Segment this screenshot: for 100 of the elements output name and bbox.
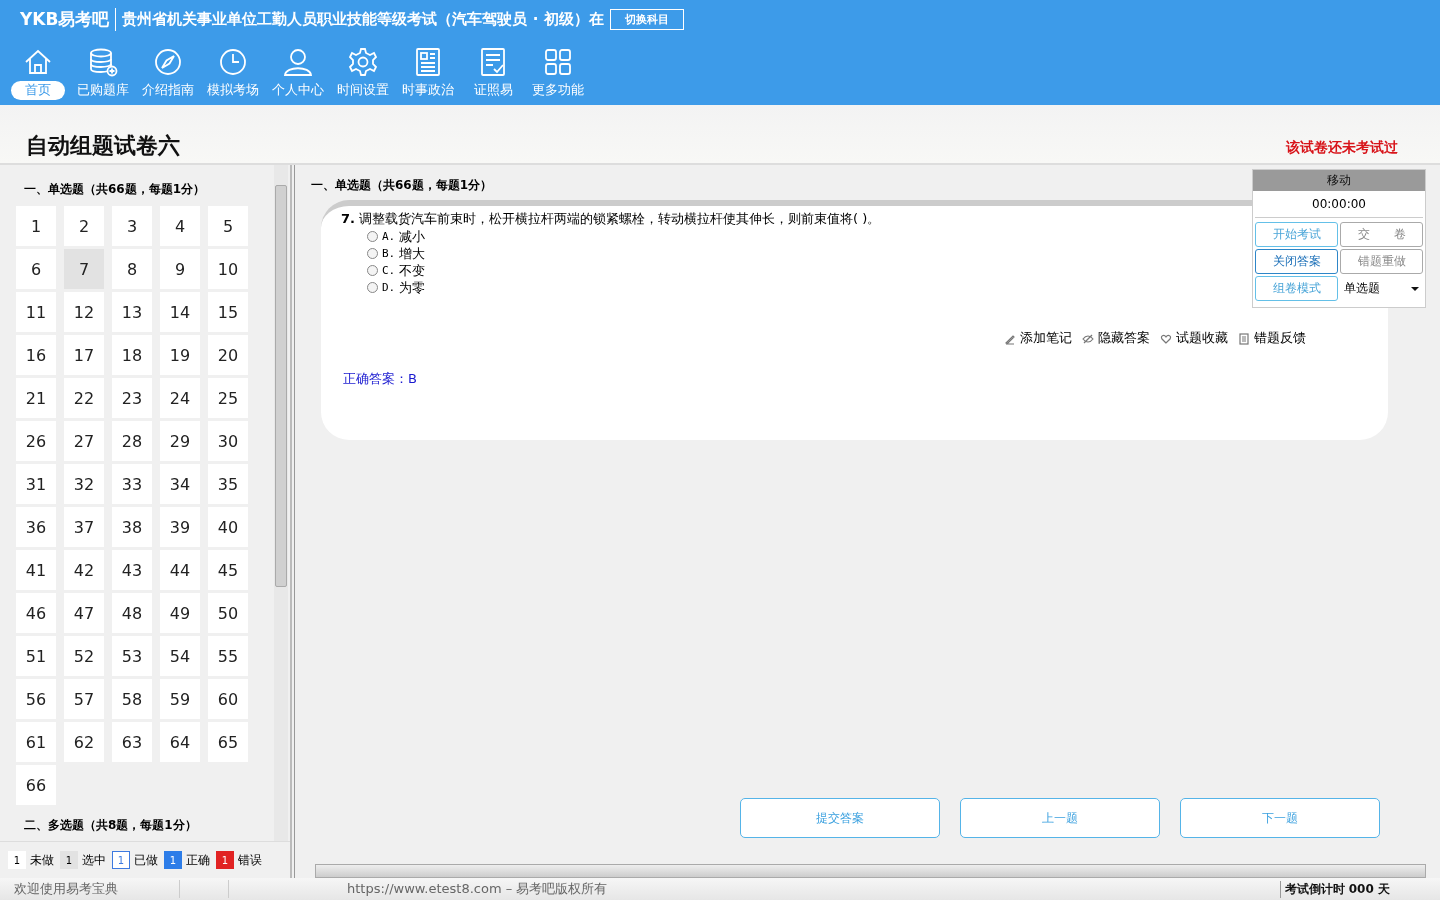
grid-icon[interactable] — [542, 46, 574, 78]
question-number[interactable]: 66 — [16, 765, 56, 805]
question-number[interactable]: 42 — [64, 550, 104, 590]
answer-option[interactable]: C. 不变 — [367, 262, 426, 279]
question-number[interactable]: 65 — [208, 722, 248, 762]
question-number[interactable]: 38 — [112, 507, 152, 547]
question-number[interactable]: 14 — [160, 292, 200, 332]
settings-icon[interactable] — [347, 46, 379, 78]
question-number[interactable]: 18 — [112, 335, 152, 375]
question-number[interactable]: 9 — [160, 249, 200, 289]
question-number[interactable]: 24 — [160, 378, 200, 418]
question-number[interactable]: 31 — [16, 464, 56, 504]
question-number[interactable]: 54 — [160, 636, 200, 676]
question-number[interactable]: 21 — [16, 378, 56, 418]
legend-swatch: 1 — [8, 851, 26, 869]
exam-title: 贵州省机关事业单位工勤人员职业技能等级考试（汽车驾驶员 · 初级）在 — [122, 9, 604, 29]
question-number[interactable]: 23 — [112, 378, 152, 418]
question-tool-link[interactable]: 错题反馈 — [1238, 330, 1306, 347]
question-number[interactable]: 6 — [16, 249, 56, 289]
question-number[interactable]: 29 — [160, 421, 200, 461]
heart-icon[interactable] — [1160, 332, 1172, 345]
question-number[interactable]: 46 — [16, 593, 56, 633]
legend-swatch: 1 — [164, 851, 182, 869]
panel-title-bar[interactable]: 移动 — [1253, 170, 1425, 191]
question-number[interactable]: 41 — [16, 550, 56, 590]
question-number[interactable]: 47 — [64, 593, 104, 633]
question-number[interactable]: 63 — [112, 722, 152, 762]
question-number[interactable]: 25 — [208, 378, 248, 418]
question-number[interactable]: 49 — [160, 593, 200, 633]
question-number[interactable]: 55 — [208, 636, 248, 676]
horizontal-scrollbar[interactable] — [315, 864, 1426, 878]
question-number[interactable]: 4 — [160, 206, 200, 246]
question-number[interactable]: 5 — [208, 206, 248, 246]
question-number[interactable]: 36 — [16, 507, 56, 547]
question-number[interactable]: 3 — [112, 206, 152, 246]
question-tool-link[interactable]: 试题收藏 — [1160, 330, 1228, 347]
question-number[interactable]: 33 — [112, 464, 152, 504]
question-number[interactable]: 2 — [64, 206, 104, 246]
section-heading: 一、单选题（共66题，每题1分） — [311, 177, 493, 194]
answer-option[interactable]: A. 减小 — [367, 228, 426, 245]
question-number[interactable]: 58 — [112, 679, 152, 719]
question-number[interactable]: 60 — [208, 679, 248, 719]
legend-swatch: 1 — [216, 851, 234, 869]
question-tool-link[interactable]: 隐藏答案 — [1082, 330, 1150, 347]
question-number[interactable]: 48 — [112, 593, 152, 633]
question-number[interactable]: 20 — [208, 335, 248, 375]
question-number[interactable]: 50 — [208, 593, 248, 633]
question-number[interactable]: 64 — [160, 722, 200, 762]
panel-button[interactable]: 交 卷 — [1340, 222, 1423, 247]
question-number[interactable]: 12 — [64, 292, 104, 332]
answer-option[interactable]: D. 为零 — [367, 279, 426, 296]
question-number[interactable]: 35 — [208, 464, 248, 504]
question-tool-link[interactable]: 添加笔记 — [1004, 330, 1072, 347]
question-number[interactable]: 51 — [16, 636, 56, 676]
question-number[interactable]: 26 — [16, 421, 56, 461]
question-number[interactable]: 52 — [64, 636, 104, 676]
question-number[interactable]: 22 — [64, 378, 104, 418]
question-number[interactable]: 28 — [112, 421, 152, 461]
question-number[interactable]: 11 — [16, 292, 56, 332]
app-logo: YKB易考吧 — [20, 7, 117, 31]
question-number[interactable]: 45 — [208, 550, 248, 590]
compass-icon[interactable] — [152, 46, 184, 78]
question-number[interactable]: 62 — [64, 722, 104, 762]
question-number[interactable]: 59 — [160, 679, 200, 719]
question-number[interactable]: 43 — [112, 550, 152, 590]
legend-label: 正确 — [186, 851, 210, 869]
question-number[interactable]: 53 — [112, 636, 152, 676]
question-number[interactable]: 27 — [64, 421, 104, 461]
question-number[interactable]: 1 — [16, 206, 56, 246]
question-number[interactable]: 32 — [64, 464, 104, 504]
question-number[interactable]: 40 — [208, 507, 248, 547]
question-type-dropdown[interactable]: 单选题 — [1340, 276, 1423, 301]
user-icon[interactable] — [282, 46, 314, 78]
document-icon[interactable] — [1238, 332, 1250, 345]
database-icon[interactable] — [87, 46, 119, 78]
question-number[interactable]: 15 — [208, 292, 248, 332]
question-number[interactable]: 8 — [112, 249, 152, 289]
question-number[interactable]: 30 — [208, 421, 248, 461]
eye-slash-icon[interactable] — [1082, 332, 1094, 345]
question-number[interactable]: 10 — [208, 249, 248, 289]
paper-title: 自动组题试卷六 — [26, 131, 180, 160]
panel-button[interactable]: 错题重做 — [1340, 249, 1423, 274]
question-number[interactable]: 39 — [160, 507, 200, 547]
question-number[interactable]: 44 — [160, 550, 200, 590]
panel-button[interactable]: 关闭答案 — [1255, 249, 1338, 274]
answer-option[interactable]: B. 增大 — [367, 245, 426, 262]
question-number[interactable]: 57 — [64, 679, 104, 719]
question-number[interactable]: 19 — [160, 335, 200, 375]
vertical-scrollbar[interactable] — [274, 165, 288, 841]
clock-icon[interactable] — [217, 46, 249, 78]
question-number[interactable]: 7 — [64, 249, 104, 289]
question-number[interactable]: 61 — [16, 722, 56, 762]
question-number[interactable]: 16 — [16, 335, 56, 375]
copyright-text: https://www.etest8.com – 易考吧版权所有 — [347, 880, 608, 898]
question-number[interactable]: 13 — [112, 292, 152, 332]
question-number[interactable]: 17 — [64, 335, 104, 375]
question-number[interactable]: 34 — [160, 464, 200, 504]
question-number[interactable]: 37 — [64, 507, 104, 547]
question-number[interactable]: 56 — [16, 679, 56, 719]
exam-status-text: 该试卷还未考试过 — [1286, 139, 1398, 157]
